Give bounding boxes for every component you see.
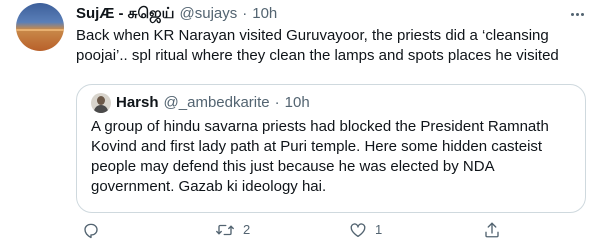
avatar-horizon bbox=[16, 29, 64, 31]
more-horizontal-icon bbox=[570, 12, 574, 16]
tweet[interactable]: SujÆ - சுஜெய் @sujays · 10h Back when KR… bbox=[0, 0, 605, 251]
quoted-tweet-timestamp: 10h bbox=[284, 94, 310, 111]
more-horizontal-icon-dot bbox=[575, 12, 579, 16]
share-icon bbox=[485, 222, 499, 238]
author-avatar[interactable] bbox=[16, 3, 64, 51]
quoted-author-display-name: Harsh bbox=[116, 94, 159, 111]
like-button[interactable]: 1 bbox=[349, 220, 382, 240]
quoted-tweet-text: A group of hindu savarna priests had blo… bbox=[91, 118, 549, 195]
quoted-author-avatar bbox=[91, 93, 111, 113]
tweet-actions: 2 1 bbox=[76, 220, 596, 240]
quoted-author-handle: @_ambedkarite bbox=[163, 94, 270, 111]
quoted-header-separator: · bbox=[274, 94, 280, 111]
quoted-tweet-header: Harsh @_ambedkarite · 10h bbox=[91, 93, 310, 113]
more-horizontal-icon-dot bbox=[580, 12, 584, 16]
quoted-tweet[interactable]: Harsh @_ambedkarite · 10h A group of hin… bbox=[76, 84, 586, 213]
heart-icon bbox=[350, 223, 366, 238]
retweet-button[interactable]: 2 bbox=[215, 220, 250, 240]
author-display-name[interactable]: SujÆ - சுஜெய் bbox=[76, 4, 175, 24]
reply-icon bbox=[84, 223, 98, 239]
tweet-timestamp[interactable]: 10h bbox=[252, 4, 277, 24]
like-count: 1 bbox=[375, 222, 383, 237]
retweet-icon bbox=[216, 224, 234, 236]
reply-button[interactable] bbox=[82, 220, 108, 240]
tweet-header: SujÆ - சுஜெய் @sujays · 10h bbox=[76, 4, 277, 24]
avatar-face bbox=[97, 96, 105, 105]
author-handle[interactable]: @sujays bbox=[180, 4, 238, 24]
share-button[interactable] bbox=[483, 220, 501, 240]
more-options-button[interactable] bbox=[567, 6, 587, 22]
retweet-count: 2 bbox=[243, 222, 251, 237]
avatar-body bbox=[94, 105, 108, 113]
tweet-text: Back when KR Narayan visited Guruvayoor,… bbox=[76, 27, 559, 64]
header-separator: · bbox=[242, 5, 248, 22]
